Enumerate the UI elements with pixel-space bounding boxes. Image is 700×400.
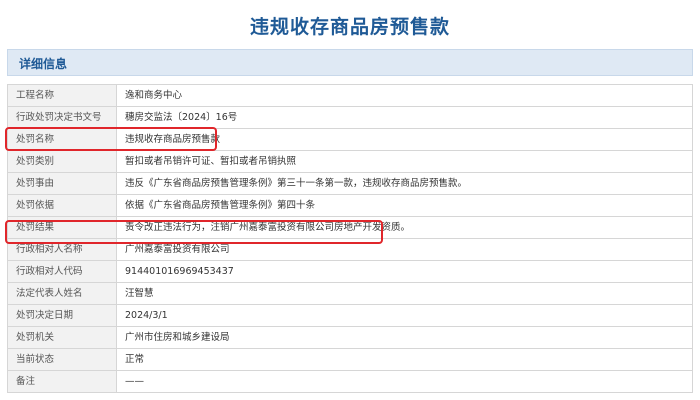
row-label: 备注	[7, 370, 117, 393]
row-label: 处罚事由	[7, 172, 117, 195]
row-value: 逸和商务中心	[116, 84, 693, 107]
table-row: 备注 ——	[7, 370, 693, 393]
table-row: 工程名称 逸和商务中心	[7, 84, 693, 107]
page-title: 违规收存商品房预售款	[249, 16, 450, 38]
section-title: 详细信息	[19, 57, 68, 71]
row-value: 汪智慧	[116, 282, 693, 305]
row-label: 行政相对人代码	[7, 260, 117, 283]
row-label: 法定代表人姓名	[7, 282, 117, 305]
row-value: 暂扣或者吊销许可证、暂扣或者吊销执照	[116, 150, 693, 173]
row-label: 处罚决定日期	[7, 304, 117, 327]
row-label: 处罚机关	[7, 326, 117, 349]
row-value: 违反《广东省商品房预售管理条例》第三十一条第一款，违规收存商品房预售款。	[116, 172, 693, 195]
table-row: 行政处罚决定书文号 穗房交监法〔2024〕16号	[7, 106, 693, 129]
row-value: 正常	[116, 348, 693, 371]
row-label: 行政处罚决定书文号	[7, 106, 117, 129]
table-row: 处罚机关 广州市住房和城乡建设局	[7, 326, 693, 349]
row-label: 处罚依据	[7, 194, 117, 217]
table-row: 处罚决定日期 2024/3/1	[7, 304, 693, 327]
highlight-box-penalty-name	[5, 127, 217, 151]
row-label: 工程名称	[7, 84, 117, 107]
row-value: 依据《广东省商品房预售管理条例》第四十条	[116, 194, 693, 217]
table-row: 处罚事由 违反《广东省商品房预售管理条例》第三十一条第一款，违规收存商品房预售款…	[7, 172, 693, 195]
row-label: 当前状态	[7, 348, 117, 371]
section-header: 详细信息	[7, 49, 693, 76]
table-row: 当前状态 正常	[7, 348, 693, 371]
table-row: 处罚类别 暂扣或者吊销许可证、暂扣或者吊销执照	[7, 150, 693, 173]
highlight-box-penalty-result	[5, 220, 383, 244]
row-value: ——	[116, 370, 693, 393]
row-value: 广州市住房和城乡建设局	[116, 326, 693, 349]
table-row: 法定代表人姓名 汪智慧	[7, 282, 693, 305]
row-value: 穗房交监法〔2024〕16号	[116, 106, 693, 129]
row-label: 处罚类别	[7, 150, 117, 173]
table-row: 行政相对人代码 914401016969453437	[7, 260, 693, 283]
row-value: 2024/3/1	[116, 304, 693, 327]
table-row: 处罚依据 依据《广东省商品房预售管理条例》第四十条	[7, 194, 693, 217]
row-value: 914401016969453437	[116, 260, 693, 283]
